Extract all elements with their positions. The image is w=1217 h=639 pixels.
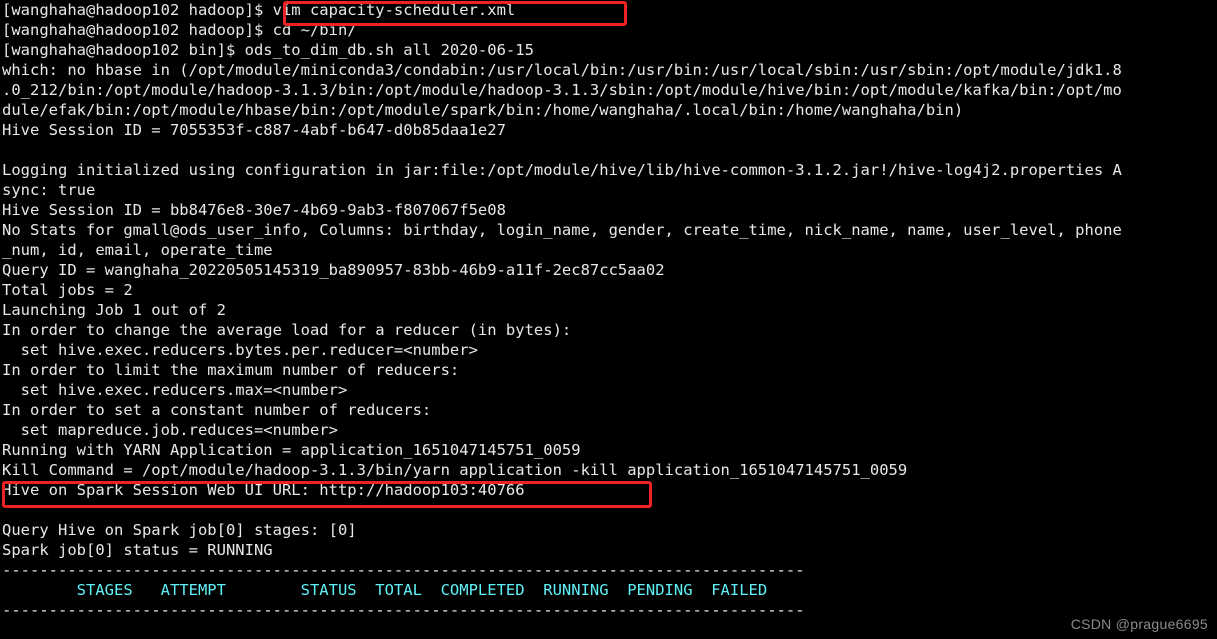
terminal-line: Logging initialized using configuration … <box>2 161 1122 179</box>
terminal-line: Hive Session ID = bb8476e8-30e7-4b69-9ab… <box>2 201 506 219</box>
terminal-line: STAGES ATTEMPT STATUS TOTAL COMPLETED RU… <box>2 581 768 599</box>
terminal-line: which: no hbase in (/opt/module/minicond… <box>2 61 1122 79</box>
terminal-line: Launching Job 1 out of 2 <box>2 301 226 319</box>
terminal-line: In order to limit the maximum number of … <box>2 361 460 379</box>
terminal-line: [wanghaha@hadoop102 bin]$ ods_to_dim_db.… <box>2 41 534 59</box>
terminal-line: Kill Command = /opt/module/hadoop-3.1.3/… <box>2 461 908 479</box>
terminal-line: No Stats for gmall@ods_user_info, Column… <box>2 221 1122 239</box>
terminal-line: Total jobs = 2 <box>2 281 133 299</box>
terminal-line: In order to change the average load for … <box>2 321 572 339</box>
terminal-line: Running with YARN Application = applicat… <box>2 441 581 459</box>
terminal-line: .0_212/bin:/opt/module/hadoop-3.1.3/bin:… <box>2 81 1122 99</box>
terminal-line: [wanghaha@hadoop102 hadoop]$ cd ~/bin/ <box>2 21 357 39</box>
terminal-line: Spark job[0] status = RUNNING <box>2 541 273 559</box>
terminal-line: dule/efak/bin:/opt/module/hbase/bin:/opt… <box>2 101 964 119</box>
terminal-line: set hive.exec.reducers.max=<number> <box>2 381 348 399</box>
terminal-line: Hive Session ID = 7055353f-c887-4abf-b64… <box>2 121 506 139</box>
terminal-window[interactable]: [wanghaha@hadoop102 hadoop]$ vim capacit… <box>0 0 1217 639</box>
terminal-line: ----------------------------------------… <box>2 601 805 619</box>
terminal-line: _num, id, email, operate_time <box>2 241 273 259</box>
terminal-line: sync: true <box>2 181 96 199</box>
terminal-line: Query Hive on Spark job[0] stages: [0] <box>2 521 357 539</box>
terminal-line: set mapreduce.job.reduces=<number> <box>2 421 338 439</box>
terminal-line: [wanghaha@hadoop102 hadoop]$ vim capacit… <box>2 1 516 19</box>
terminal-output: [wanghaha@hadoop102 hadoop]$ vim capacit… <box>2 0 1217 620</box>
csdn-watermark: CSDN @prague6695 <box>1070 616 1208 632</box>
terminal-line: Query ID = wanghaha_20220505145319_ba890… <box>2 261 665 279</box>
terminal-line: Hive on Spark Session Web UI URL: http:/… <box>2 481 525 499</box>
terminal-line: ----------------------------------------… <box>2 561 805 579</box>
terminal-line: In order to set a constant number of red… <box>2 401 432 419</box>
terminal-line: set hive.exec.reducers.bytes.per.reducer… <box>2 341 478 359</box>
